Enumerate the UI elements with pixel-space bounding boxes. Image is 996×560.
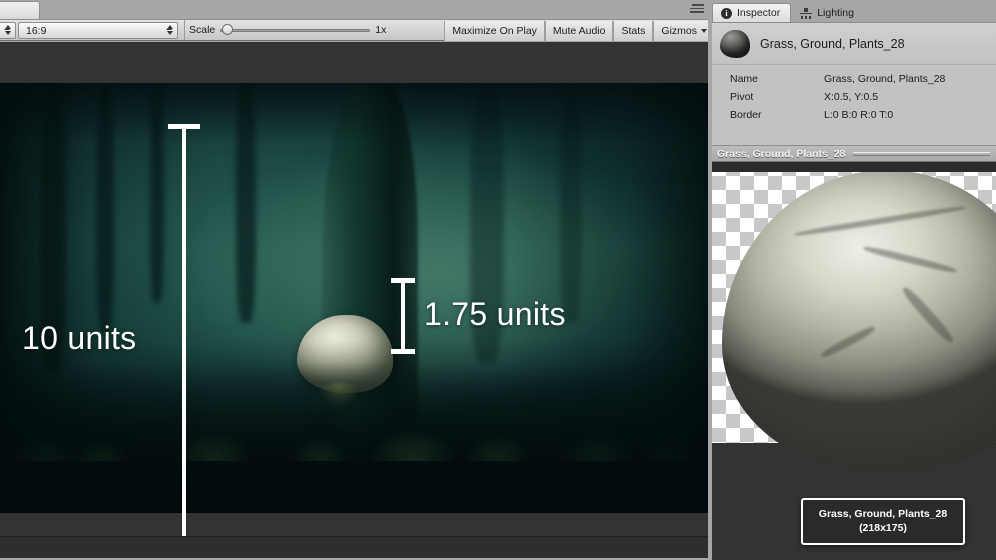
inspector-asset-header: Grass, Ground, Plants_28 bbox=[712, 22, 996, 64]
scale-control: Scale 1x bbox=[184, 20, 397, 40]
tooltip-dimensions: (218x175) bbox=[859, 522, 907, 535]
tab-inspector[interactable]: i Inspector bbox=[712, 3, 792, 22]
info-circle-icon: i bbox=[721, 7, 732, 19]
aspect-ratio-label: 16:9 bbox=[26, 24, 47, 37]
tree-trunk-silhouette bbox=[236, 83, 256, 323]
rock-detail bbox=[794, 204, 966, 238]
tab-game[interactable] bbox=[0, 1, 40, 19]
hamburger-menu-icon[interactable] bbox=[686, 4, 704, 15]
ruler-bar bbox=[182, 124, 186, 536]
gizmos-label: Gizmos bbox=[661, 25, 697, 37]
property-key: Name bbox=[730, 73, 759, 85]
ruler-cap-bottom bbox=[391, 349, 415, 354]
mute-audio-label: Mute Audio bbox=[552, 25, 606, 37]
scale-slider[interactable] bbox=[220, 23, 371, 37]
sprite-properties-table: Name Grass, Ground, Plants_28 Pivot X:0.… bbox=[712, 70, 996, 124]
property-key: Border bbox=[730, 109, 762, 121]
scale-label: Scale bbox=[189, 24, 216, 36]
stats-button[interactable]: Stats bbox=[613, 21, 654, 41]
property-row: Name Grass, Ground, Plants_28 bbox=[712, 70, 996, 88]
preview-header-title: Grass, Ground, Plants_28 bbox=[717, 147, 846, 160]
rock-detail bbox=[900, 284, 956, 346]
tree-trunk-silhouette bbox=[96, 83, 114, 333]
foliage-layer bbox=[0, 371, 712, 461]
tab-lighting[interactable]: Lighting bbox=[791, 3, 865, 22]
tab-lighting-label: Lighting bbox=[817, 7, 854, 19]
property-row: Border L:0 B:0 R:0 T:0 bbox=[712, 106, 996, 124]
display-dropdown[interactable] bbox=[0, 22, 16, 39]
preview-header-bar[interactable]: Grass, Ground, Plants_28 bbox=[712, 145, 996, 162]
tree-trunk-silhouette bbox=[560, 83, 582, 323]
sprite-info-tooltip: Grass, Ground, Plants_28 (218x175) bbox=[801, 498, 965, 546]
maximize-on-play-label: Maximize On Play bbox=[452, 25, 537, 37]
preview-header-rule bbox=[853, 151, 990, 156]
tree-trunk-silhouette bbox=[150, 83, 164, 303]
measure-label-1-75-units: 1.75 units bbox=[424, 296, 566, 332]
game-panel-footer bbox=[0, 536, 712, 558]
property-row: Pivot X:0.5, Y:0.5 bbox=[712, 88, 996, 106]
rock-detail bbox=[819, 324, 877, 360]
gizmos-button[interactable]: Gizmos bbox=[653, 21, 712, 41]
chevron-down-icon[interactable] bbox=[701, 29, 707, 33]
inspector-divider bbox=[712, 64, 996, 66]
maximize-on-play-button[interactable]: Maximize On Play bbox=[444, 21, 545, 41]
rock-detail bbox=[862, 244, 958, 275]
stats-label: Stats bbox=[621, 25, 646, 37]
measure-label-10-units: 10 units bbox=[22, 320, 137, 356]
tooltip-name: Grass, Ground, Plants_28 bbox=[818, 508, 948, 520]
rendered-scene bbox=[0, 83, 712, 513]
scale-slider-track bbox=[220, 29, 371, 32]
inspector-panel: i Inspector Lighting Grass, Ground, Plan… bbox=[712, 0, 996, 560]
aspect-ratio-dropdown[interactable]: 16:9 bbox=[18, 22, 178, 39]
ruler-bar bbox=[401, 278, 405, 354]
game-viewport[interactable]: 10 units 1.75 units bbox=[0, 42, 712, 536]
property-value: L:0 B:0 R:0 T:0 bbox=[824, 109, 894, 121]
inspector-tab-strip: i Inspector Lighting bbox=[712, 0, 996, 22]
asset-thumbnail-icon bbox=[720, 29, 750, 58]
mute-audio-button[interactable]: Mute Audio bbox=[544, 21, 614, 41]
asset-title: Grass, Ground, Plants_28 bbox=[760, 36, 905, 51]
stepper-arrows-icon bbox=[167, 25, 173, 35]
game-view-toolbar: 16:9 Scale 1x Maximize On Play Mute Audi… bbox=[0, 19, 712, 41]
transparency-checkerboard bbox=[712, 162, 996, 470]
preview-top-mask bbox=[712, 162, 996, 172]
property-value: X:0.5, Y:0.5 bbox=[824, 91, 879, 103]
stepper-arrows-icon bbox=[5, 25, 11, 35]
game-tab-strip bbox=[0, 0, 712, 19]
sprite-preview-image bbox=[722, 170, 996, 470]
scale-slider-knob[interactable] bbox=[222, 24, 234, 35]
game-panel: 16:9 Scale 1x Maximize On Play Mute Audi… bbox=[0, 0, 712, 560]
unity-editor-window: 16:9 Scale 1x Maximize On Play Mute Audi… bbox=[0, 0, 996, 560]
property-value: Grass, Ground, Plants_28 bbox=[824, 73, 946, 85]
scale-value: 1x bbox=[375, 24, 387, 36]
tab-inspector-label: Inspector bbox=[737, 7, 781, 19]
property-key: Pivot bbox=[730, 91, 754, 103]
lighting-icon bbox=[800, 7, 813, 19]
sprite-preview-area[interactable]: Grass, Ground, Plants_28 (218x175) bbox=[712, 162, 996, 560]
